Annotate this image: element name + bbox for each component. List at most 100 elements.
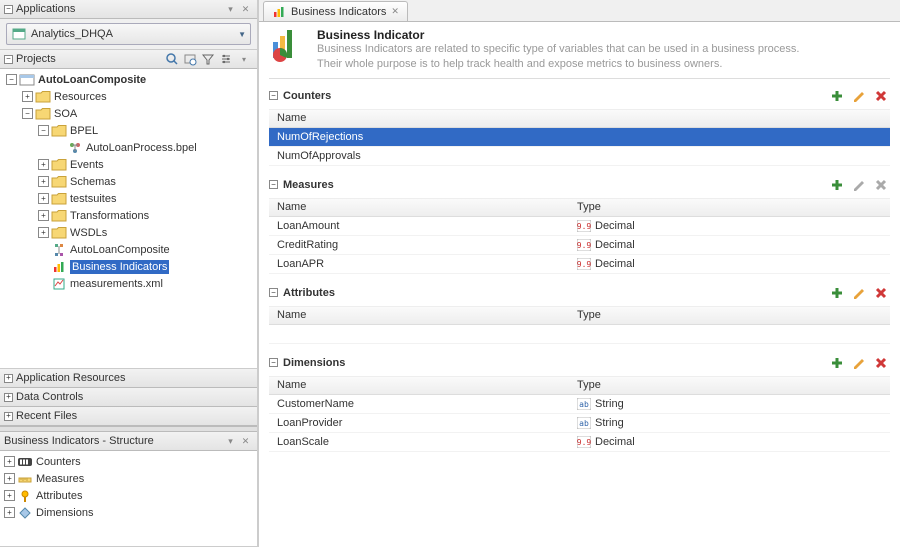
dimensions-icon (17, 506, 33, 520)
column-header-type[interactable]: Type (569, 377, 890, 394)
tree-item[interactable]: +Schemas (0, 173, 257, 190)
delete-button[interactable] (872, 354, 890, 372)
collapse-icon[interactable]: − (269, 358, 278, 367)
tree-item[interactable]: +Events (0, 156, 257, 173)
data-controls-header[interactable]: + Data Controls (0, 388, 257, 407)
expand-icon[interactable]: + (38, 193, 49, 204)
expand-icon[interactable]: + (38, 176, 49, 187)
tree-item[interactable]: Business Indicators (0, 258, 257, 275)
table-row[interactable]: NumOfApprovals (269, 147, 890, 166)
expand-icon[interactable]: + (38, 159, 49, 170)
dropdown-icon: ▼ (238, 30, 246, 39)
add-button[interactable] (828, 176, 846, 194)
tree-item-label: Business Indicators (70, 260, 169, 274)
expand-icon[interactable]: + (38, 227, 49, 238)
table-row[interactable]: LoanScale9.9Decimal (269, 433, 890, 452)
tree-item[interactable]: measurements.xml (0, 275, 257, 292)
tree-item[interactable]: −AutoLoanComposite (0, 71, 257, 88)
cell-name: CustomerName (269, 396, 569, 412)
toolbar-filter-icon[interactable] (199, 51, 217, 68)
tree-item[interactable]: −BPEL (0, 122, 257, 139)
edit-button[interactable] (850, 87, 868, 105)
tree-item[interactable]: +testsuites (0, 190, 257, 207)
table-row[interactable]: LoanAmount9.9Decimal (269, 217, 890, 236)
expand-icon[interactable]: + (4, 490, 15, 501)
structure-item-label: Counters (36, 456, 81, 468)
add-button[interactable] (828, 354, 846, 372)
expand-icon[interactable]: + (4, 393, 13, 402)
section-title: Measures (283, 179, 828, 191)
recent-files-header[interactable]: + Recent Files (0, 407, 257, 426)
tree-item[interactable]: +Resources (0, 88, 257, 105)
structure-item[interactable]: +Attributes (0, 487, 257, 504)
section-measures: −Measures NameTypeLoanAmount9.9DecimalCre… (269, 176, 890, 274)
collapse-icon[interactable]: − (6, 74, 17, 85)
column-header-type[interactable]: Type (569, 199, 890, 216)
panel-menu-icon[interactable]: ▾ (223, 434, 238, 449)
toolbar-settings-icon[interactable] (217, 51, 235, 68)
tree-item-label: AutoLoanProcess.bpel (86, 142, 197, 154)
editor-description-2: Their whole purpose is to help track hea… (317, 57, 799, 72)
column-header-name[interactable]: Name (269, 307, 569, 324)
edit-button[interactable] (850, 284, 868, 302)
add-button[interactable] (828, 87, 846, 105)
tab-close-icon[interactable]: ✕ (391, 6, 399, 17)
panel-menu-icon[interactable]: ▾ (223, 2, 238, 17)
panel-close-icon[interactable]: ✕ (238, 2, 253, 17)
cell-name: CreditRating (269, 237, 569, 253)
panel-close-icon[interactable]: ✕ (238, 434, 253, 449)
structure-item[interactable]: + Counters (0, 453, 257, 470)
column-header-type[interactable]: Type (569, 307, 890, 324)
expand-icon[interactable]: + (4, 374, 13, 383)
expand-icon[interactable]: + (4, 507, 15, 518)
tree-item[interactable]: AutoLoanProcess.bpel (0, 139, 257, 156)
table-row[interactable]: CreditRating9.9Decimal (269, 236, 890, 255)
application-resources-header[interactable]: + Application Resources (0, 369, 257, 388)
structure-item[interactable]: +Measures (0, 470, 257, 487)
delete-button[interactable] (872, 284, 890, 302)
table-row[interactable]: CustomerNameabString (269, 395, 890, 414)
folder-icon (51, 158, 67, 172)
column-header-name[interactable]: Name (269, 110, 569, 127)
table-row[interactable]: NumOfRejections (269, 128, 890, 147)
tab-business-indicators[interactable]: Business Indicators ✕ (263, 1, 408, 21)
svg-text:9.9: 9.9 (577, 438, 591, 447)
collapse-icon[interactable]: − (269, 180, 278, 189)
cell-type: abString (569, 395, 890, 413)
add-button[interactable] (828, 284, 846, 302)
delete-button[interactable] (872, 87, 890, 105)
toolbar-menu-icon[interactable]: ▾ (235, 51, 253, 68)
collapse-icon[interactable]: − (22, 108, 33, 119)
expand-icon[interactable]: + (38, 210, 49, 221)
folder-icon (51, 192, 67, 206)
table-row[interactable]: LoanAPR9.9Decimal (269, 255, 890, 274)
tree-item[interactable]: −SOA (0, 105, 257, 122)
column-header-name[interactable]: Name (269, 377, 569, 394)
toolbar-button-2[interactable] (181, 51, 199, 68)
cell-name: LoanProvider (269, 415, 569, 431)
measures-icon (17, 472, 33, 486)
structure-item[interactable]: + Dimensions (0, 504, 257, 521)
expand-icon[interactable]: + (4, 412, 13, 421)
structure-item-label: Dimensions (36, 507, 93, 519)
cell-type: 9.9Decimal (569, 433, 890, 451)
expand-icon[interactable]: + (22, 91, 33, 102)
measure-icon (51, 277, 67, 291)
collapse-icon[interactable]: − (4, 55, 13, 64)
collapse-icon[interactable]: − (269, 288, 278, 297)
tree-item[interactable]: AutoLoanComposite (0, 241, 257, 258)
collapse-icon[interactable]: − (38, 125, 49, 136)
toolbar-button-1[interactable] (163, 51, 181, 68)
tree-item[interactable]: +Transformations (0, 207, 257, 224)
expand-icon[interactable]: + (4, 473, 15, 484)
column-header-name[interactable]: Name (269, 199, 569, 216)
svg-text:ab: ab (579, 419, 589, 428)
collapse-icon[interactable]: − (269, 91, 278, 100)
table-row[interactable]: LoanProviderabString (269, 414, 890, 433)
cell-name: LoanAmount (269, 218, 569, 234)
application-selector[interactable]: Analytics_DHQA ▼ (6, 23, 251, 45)
tree-item[interactable]: +WSDLs (0, 224, 257, 241)
expand-icon[interactable]: + (4, 456, 15, 467)
edit-button[interactable] (850, 354, 868, 372)
collapse-icon[interactable]: − (4, 5, 13, 14)
